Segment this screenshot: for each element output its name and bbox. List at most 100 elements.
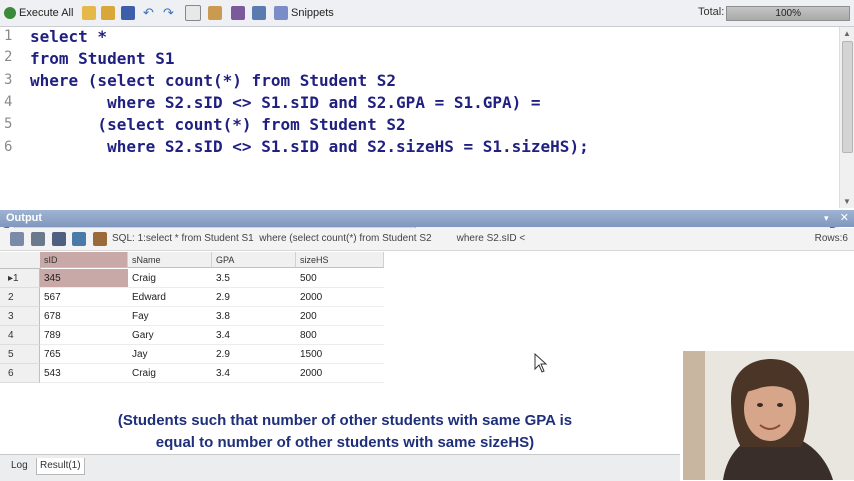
undo-button[interactable]: ↶ [143,4,157,22]
redo-button[interactable]: ↷ [163,4,177,22]
cell-sid[interactable]: 678 [40,307,128,326]
save-icon [121,6,135,20]
execute-icon [4,7,16,19]
snippets-button[interactable]: Snippets [274,4,334,22]
paste-icon [208,6,222,20]
cell-sizehs[interactable]: 2000 [296,288,384,307]
code-line[interactable]: select * [30,27,107,46]
vertical-scroll-thumb[interactable] [842,41,853,153]
cell-gpa[interactable]: 3.5 [212,269,296,288]
code-line[interactable]: (select count(*) from Student S2 [30,115,405,134]
code-line[interactable]: where S2.sID <> S1.sID and S2.GPA = S1.G… [30,93,540,112]
table-row[interactable]: 3 678 Fay 3.8 200 [0,307,384,326]
caption-line-2: equal to number of other students with s… [155,434,535,451]
code-line[interactable]: where (select count(*) from Student S2 [30,71,396,90]
row-number[interactable]: 2 [0,288,40,307]
paste-button[interactable] [208,4,222,22]
editor-vertical-scrollbar[interactable]: ▲ ▼ [839,27,854,208]
table-row[interactable]: ▸1 345 Craig 3.5 500 [0,269,384,288]
column-header-sid[interactable]: sID [40,252,128,268]
output-title: Output [6,212,43,224]
cell-sid[interactable]: 567 [40,288,128,307]
line-number: 3 [4,72,13,88]
export-icon[interactable] [10,232,24,246]
scroll-down-icon[interactable]: ▼ [843,197,851,206]
tab-log[interactable]: Log [8,458,31,474]
cell-gpa[interactable]: 3.4 [212,326,296,345]
line-number: 5 [4,116,13,132]
format-button[interactable] [231,4,245,22]
cell-sname[interactable]: Fay [128,307,212,326]
column-header-sname[interactable]: sName [128,252,212,268]
cell-sname[interactable]: Jay [128,345,212,364]
cell-sname[interactable]: Craig [128,269,212,288]
line-number-gutter: 1 2 3 4 5 6 [0,27,16,208]
lecture-caption: (Students such that number of other stud… [95,410,595,454]
open-recent-button[interactable] [101,4,115,22]
open-button[interactable] [82,4,96,22]
text-view-icon[interactable] [72,232,86,246]
scroll-up-icon[interactable]: ▲ [843,29,851,38]
cell-sizehs[interactable]: 800 [296,326,384,345]
row-number[interactable]: 3 [0,307,40,326]
row-count: Rows:6 [814,233,848,244]
grid-view-icon[interactable] [31,232,45,246]
cell-sizehs[interactable]: 500 [296,269,384,288]
line-number: 4 [4,94,13,110]
column-header-sizehs[interactable]: sizeHS [296,252,384,268]
snippets-icon [274,6,288,20]
cell-gpa[interactable]: 3.8 [212,307,296,326]
line-number: 2 [4,49,13,65]
line-number: 6 [4,139,13,155]
row-number[interactable]: 4 [0,326,40,345]
cell-sizehs[interactable]: 2000 [296,364,384,383]
cell-sname[interactable]: Gary [128,326,212,345]
execute-all-button[interactable]: Execute All [4,4,73,22]
cell-sizehs[interactable]: 1500 [296,345,384,364]
table-row[interactable]: 2 567 Edward 2.9 2000 [0,288,384,307]
caption-line-1: (Students such that number of other stud… [117,412,573,429]
close-icon[interactable]: ✕ [840,211,849,224]
brush-icon [231,6,245,20]
form-view-icon[interactable] [52,232,66,246]
filter-icon[interactable] [93,232,107,246]
cell-sid[interactable]: 345 [40,269,128,288]
cell-sid[interactable]: 543 [40,364,128,383]
grid-corner[interactable] [0,252,41,269]
code-line[interactable]: where S2.sID <> S1.sID and S2.sizeHS = S… [30,137,589,156]
cell-gpa[interactable]: 2.9 [212,345,296,364]
tab-result[interactable]: Result(1) [36,458,85,475]
profile-icon [252,6,266,20]
row-indicator[interactable]: ▸1 [0,269,40,288]
table-row[interactable]: 6 543 Craig 3.4 2000 [0,364,384,383]
row-number[interactable]: 6 [0,364,40,383]
table-row[interactable]: 4 789 Gary 3.4 800 [0,326,384,345]
cell-sid[interactable]: 765 [40,345,128,364]
pin-icon[interactable]: ▾ [824,213,834,223]
folder-icon [82,6,96,20]
cell-gpa[interactable]: 3.4 [212,364,296,383]
presenter-image [683,351,854,480]
sql-query-summary: SQL: 1:select * from Student S1 where (s… [112,233,526,244]
total-percent: 100% [775,8,801,19]
row-number[interactable]: 5 [0,345,40,364]
profile-button[interactable] [252,4,266,22]
cell-sizehs[interactable]: 200 [296,307,384,326]
cell-sname[interactable]: Craig [128,364,212,383]
mouse-cursor-icon [534,353,548,373]
cell-sid[interactable]: 789 [40,326,128,345]
column-header-gpa[interactable]: GPA [212,252,296,268]
copy-button[interactable] [185,4,201,22]
total-progress-bar: 100% [726,6,850,21]
output-panel-header: Output ▾ ✕ [0,210,854,227]
table-row[interactable]: 5 765 Jay 2.9 1500 [0,345,384,364]
undo-icon: ↶ [143,5,154,20]
cell-sname[interactable]: Edward [128,288,212,307]
code-line[interactable]: from Student S1 [30,49,175,68]
cell-gpa[interactable]: 2.9 [212,288,296,307]
copy-icon [185,5,201,21]
redo-icon: ↷ [163,5,174,20]
sql-editor[interactable]: 1 2 3 4 5 6 select * from Student S1 whe… [0,27,839,234]
output-toolbar: SQL: 1:select * from Student S1 where (s… [0,228,854,251]
save-button[interactable] [121,4,135,22]
